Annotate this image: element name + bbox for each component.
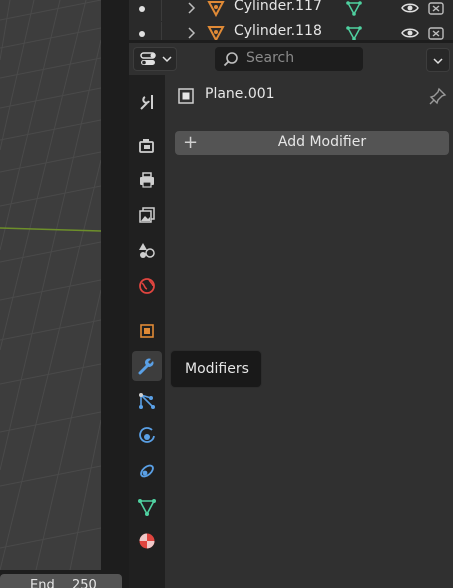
column-divider <box>161 22 162 40</box>
tab-object[interactable] <box>132 316 162 346</box>
end-frame-value[interactable]: 250 <box>72 578 97 588</box>
outliner[interactable]: Cylinder.117 Cylinder.118 <box>129 0 453 40</box>
tooltip: Modifiers <box>170 350 262 388</box>
outliner-item-name[interactable]: Cylinder.118 <box>234 23 322 39</box>
object-name-row: Plane.001 <box>175 85 451 109</box>
end-frame-label: End <box>30 578 55 588</box>
tab-particles[interactable] <box>132 386 162 416</box>
object-square-icon <box>178 88 194 104</box>
tab-material[interactable] <box>132 526 162 556</box>
tab-tool[interactable] <box>132 87 162 117</box>
column-divider <box>161 0 162 21</box>
expand-arrow-icon[interactable] <box>185 26 199 40</box>
exclude-dot-icon[interactable] <box>139 6 145 12</box>
wrench-icon <box>138 358 154 375</box>
constraints-link-icon <box>140 464 154 478</box>
tab-output[interactable] <box>132 165 162 195</box>
mesh-data-icon[interactable] <box>345 24 363 40</box>
physics-orbit-icon <box>139 427 155 443</box>
area-divider <box>101 0 129 570</box>
world-globe-icon <box>139 278 155 294</box>
tab-view-layer[interactable] <box>132 200 162 230</box>
outliner-row[interactable]: Cylinder.118 <box>129 22 453 40</box>
tab-data[interactable] <box>132 492 162 522</box>
particles-icon <box>139 393 155 409</box>
search-input[interactable]: Search <box>215 47 363 71</box>
outliner-item-name[interactable]: Cylinder.117 <box>234 0 322 14</box>
object-square-icon <box>140 324 154 338</box>
add-modifier-label: Add Modifier <box>277 134 367 150</box>
tool-wrench-screwdriver-icon <box>140 95 153 110</box>
object-mesh-icon <box>207 1 225 17</box>
properties-editor-icon <box>140 52 156 65</box>
tab-constraints[interactable] <box>132 456 162 486</box>
tab-modifiers[interactable] <box>132 351 162 381</box>
3d-viewport[interactable] <box>0 0 101 570</box>
mesh-data-triangle-icon <box>138 499 156 516</box>
properties-header: Search <box>129 43 453 75</box>
tab-scene[interactable] <box>132 235 162 265</box>
render-camera-icon[interactable] <box>427 24 445 40</box>
material-sphere-icon <box>139 533 155 549</box>
tooltip-text: Modifiers <box>185 361 249 377</box>
scene-shapes-icon <box>139 243 155 258</box>
mesh-data-icon[interactable] <box>345 0 363 17</box>
object-name: Plane.001 <box>205 86 275 102</box>
outliner-row[interactable]: Cylinder.117 <box>129 0 453 21</box>
tab-world[interactable] <box>132 271 162 301</box>
eye-icon[interactable] <box>401 0 419 16</box>
add-modifier-button[interactable]: + Add Modifier <box>175 131 449 155</box>
end-frame-field[interactable] <box>0 574 122 588</box>
viewport-grid <box>0 0 101 570</box>
tab-physics[interactable] <box>132 421 162 451</box>
exclude-dot-icon[interactable] <box>139 31 145 37</box>
search-icon <box>223 52 238 67</box>
editor-type-button[interactable] <box>133 47 177 71</box>
view-layer-images-icon <box>139 207 155 223</box>
render-camera-icon[interactable] <box>427 0 445 17</box>
modifiers-panel: Plane.001 + Add Modifier <box>165 75 453 588</box>
output-printer-icon <box>140 172 154 188</box>
search-placeholder: Search <box>246 50 295 66</box>
expand-arrow-icon[interactable] <box>185 1 199 15</box>
tab-render[interactable] <box>132 131 162 161</box>
chevron-down-icon <box>433 58 443 65</box>
options-dropdown-button[interactable] <box>426 48 450 72</box>
render-camera-back-icon <box>139 139 154 153</box>
object-mesh-icon <box>207 26 225 40</box>
properties-tab-column <box>129 75 165 588</box>
pin-icon[interactable] <box>429 87 447 105</box>
properties-editor[interactable]: Search Plane.001 + Add Modifier <box>129 42 453 588</box>
chevron-down-icon <box>162 56 172 63</box>
eye-icon[interactable] <box>401 25 419 40</box>
